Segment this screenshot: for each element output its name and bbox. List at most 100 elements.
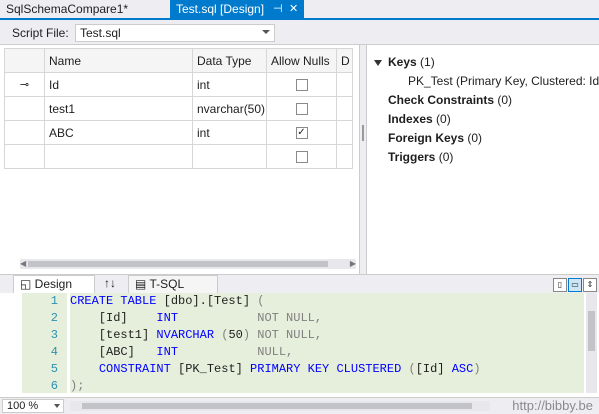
scroll-left-icon[interactable]: ◀: [20, 259, 26, 268]
cell-data-type[interactable]: nvarchar(50): [192, 96, 267, 121]
scroll-right-icon[interactable]: ▶: [350, 259, 356, 268]
editor-status-row: 100 % http://bibby.be: [0, 397, 599, 414]
tab-sqlschemacompare[interactable]: SqlSchemaCompare1*: [0, 0, 170, 18]
line-number: 2: [50, 311, 58, 325]
grid-header-row: Name Data Type Allow Nulls D: [4, 48, 353, 73]
cell-name[interactable]: ABC: [44, 120, 193, 145]
chevron-down-icon: [262, 30, 270, 34]
script-file-row: Script File: Test.sql: [0, 22, 599, 44]
row-selector[interactable]: [4, 96, 45, 121]
line-number: 6: [50, 379, 58, 393]
splitter-grip-icon: [362, 125, 364, 141]
expand-triangle-icon[interactable]: [374, 59, 382, 66]
swap-panes-button[interactable]: ↑↓: [98, 275, 128, 293]
table-row[interactable]: ABC int ✓: [4, 120, 353, 145]
tree-item-label: Indexes: [388, 112, 433, 126]
code-line: 4 [ABC] INT NULL,: [51, 344, 584, 361]
allow-nulls-checkbox-checked[interactable]: ✓: [295, 127, 308, 140]
table-row[interactable]: ⊸ Id int: [4, 72, 353, 97]
cell-allow-nulls: [266, 96, 337, 121]
code-area[interactable]: 1 CREATE TABLE [dbo].[Test] ( 2 [Id] INT …: [51, 293, 584, 395]
cell-default[interactable]: [336, 96, 353, 121]
tree-item-count: (0): [436, 112, 451, 126]
tab-label: Design: [34, 277, 73, 291]
tree-item-foreign-keys[interactable]: Foreign Keys (0): [370, 129, 599, 148]
cell-default[interactable]: [336, 144, 353, 169]
tab-tsql[interactable]: ▤ T-SQL: [128, 275, 218, 293]
column-header-allow-nulls[interactable]: Allow Nulls: [266, 48, 337, 73]
chevron-down-icon: [54, 404, 60, 408]
tree-item-label: Foreign Keys: [388, 131, 465, 145]
cell-default[interactable]: [336, 72, 353, 97]
tree-item-count: (0): [497, 93, 513, 107]
cell-allow-nulls: ✓: [266, 120, 337, 145]
table-properties-tree: Keys (1) PK_Test (Primary Key, Clustered…: [370, 53, 599, 167]
cell-data-type[interactable]: int: [192, 72, 267, 97]
tab-title: Test.sql [Design]: [176, 2, 265, 16]
tree-item-count: (0): [438, 150, 454, 164]
watermark-text: http://bibby.be: [512, 398, 593, 413]
cell-allow-nulls: [266, 144, 337, 169]
tree-item-label: Triggers: [388, 150, 436, 164]
allow-nulls-checkbox[interactable]: [295, 79, 308, 92]
cell-name[interactable]: [44, 144, 193, 169]
collapse-pane-icon[interactable]: ⇕: [583, 278, 597, 292]
code-line: 3 [test1] NVARCHAR (50) NOT NULL,: [51, 327, 584, 344]
script-file-dropdown[interactable]: Test.sql: [75, 24, 275, 42]
code-line: 6);: [51, 378, 584, 395]
allow-nulls-checkbox[interactable]: [295, 151, 308, 164]
sql-file-icon: ▤: [135, 277, 150, 291]
tsql-editor[interactable]: 1 CREATE TABLE [dbo].[Test] ( 2 [Id] INT …: [0, 293, 599, 397]
column-header-data-type[interactable]: Data Type: [192, 48, 267, 73]
zoom-dropdown[interactable]: 100 %: [2, 399, 64, 413]
tab-test-sql-design[interactable]: Test.sql [Design] ⊣ ✕: [170, 0, 304, 18]
allow-nulls-checkbox[interactable]: [295, 103, 308, 116]
pin-icon[interactable]: ⊣: [273, 0, 283, 18]
pane-layout-buttons: ▯ ▭ ⇕: [552, 276, 597, 292]
pane-splitter[interactable]: [359, 45, 367, 274]
line-number: 4: [50, 345, 58, 359]
cell-data-type[interactable]: int: [192, 120, 267, 145]
row-selector[interactable]: [4, 144, 45, 169]
cell-default[interactable]: [336, 120, 353, 145]
editor-horizontal-scrollbar[interactable]: [70, 401, 490, 411]
script-file-value: Test.sql: [80, 26, 121, 40]
tab-design[interactable]: ◱ Design: [13, 275, 95, 293]
code-line: 1 CREATE TABLE [dbo].[Test] (: [51, 293, 584, 310]
line-number: 3: [50, 328, 58, 342]
zoom-value: 100 %: [7, 400, 39, 412]
tree-item-indexes[interactable]: Indexes (0): [370, 110, 599, 129]
script-file-label: Script File:: [12, 26, 69, 40]
table-row[interactable]: test1 nvarchar(50): [4, 96, 353, 121]
tree-item-check-constraints[interactable]: Check Constraints (0): [370, 91, 599, 110]
code-line: 5 CONSTRAINT [PK_Test] PRIMARY KEY CLUST…: [51, 361, 584, 378]
tree-item-label: Keys: [388, 55, 417, 69]
scrollbar-thumb[interactable]: [588, 311, 595, 351]
grid-horizontal-scrollbar[interactable]: ◀ ▶: [20, 259, 356, 269]
cell-data-type[interactable]: [192, 144, 267, 169]
table-row[interactable]: [4, 144, 353, 169]
tree-item-count: (1): [420, 55, 435, 69]
design-icon: ◱: [20, 277, 35, 291]
key-icon[interactable]: ⊸: [4, 72, 45, 97]
row-selector[interactable]: [4, 120, 45, 145]
horizontal-split-icon[interactable]: ▭: [568, 278, 582, 292]
scrollbar-thumb[interactable]: [28, 261, 328, 267]
close-icon[interactable]: ✕: [289, 0, 298, 18]
cell-allow-nulls: [266, 72, 337, 97]
columns-grid: Name Data Type Allow Nulls D ⊸ Id int te…: [4, 48, 356, 172]
vertical-split-icon[interactable]: ▯: [553, 278, 567, 292]
line-number: 1: [50, 294, 58, 308]
tree-item-triggers[interactable]: Triggers (0): [370, 148, 599, 167]
scrollbar-thumb[interactable]: [82, 403, 472, 409]
tab-label: T-SQL: [149, 277, 185, 291]
editor-vertical-scrollbar[interactable]: [586, 293, 597, 393]
tree-item-keys[interactable]: Keys (1): [370, 53, 599, 72]
table-designer: Name Data Type Allow Nulls D ⊸ Id int te…: [0, 44, 599, 274]
cell-name[interactable]: Id: [44, 72, 193, 97]
column-header-default[interactable]: D: [336, 48, 353, 73]
tree-item-pk-test[interactable]: PK_Test (Primary Key, Clustered: Id): [370, 72, 599, 91]
column-header-name[interactable]: Name: [44, 48, 193, 73]
cell-name[interactable]: test1: [44, 96, 193, 121]
row-selector-header: [4, 48, 45, 73]
